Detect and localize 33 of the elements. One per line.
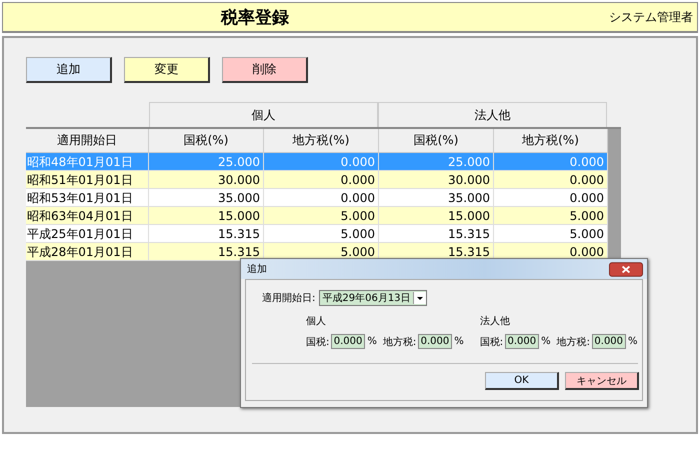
unit-label: % xyxy=(367,336,377,347)
input-field[interactable]: 0.000 xyxy=(505,334,540,349)
field-label: 地方税: xyxy=(556,336,590,348)
unit-label: % xyxy=(541,336,551,347)
date-picker[interactable]: 平成29年06月13日 xyxy=(319,290,427,306)
user-name: システム管理者 xyxy=(609,8,693,26)
table-row[interactable]: 昭和51年01月01日 30.000 0.000 30.000 0.000 xyxy=(26,171,608,189)
input-field[interactable]: 0.000 xyxy=(592,334,626,349)
ok-button[interactable]: OK xyxy=(485,372,559,390)
input-field[interactable]: 0.000 xyxy=(331,334,366,349)
group-header: 法人他 xyxy=(378,102,607,127)
field-label: 国税: xyxy=(480,336,504,348)
date-label: 適用開始日: xyxy=(262,292,316,305)
delete-button[interactable]: 削除 xyxy=(222,57,308,83)
close-icon[interactable] xyxy=(609,262,643,276)
table-row[interactable]: 昭和63年04月01日 15.000 5.000 15.000 5.000 xyxy=(26,207,608,225)
group-header: 個人 xyxy=(149,102,378,127)
input-field[interactable]: 0.000 xyxy=(418,334,452,349)
table-cell: 平成28年01月01日 xyxy=(26,243,149,261)
unit-label: % xyxy=(628,336,638,347)
cancel-button[interactable]: キャンセル xyxy=(565,372,639,390)
table-row[interactable]: 昭和53年01月01日 35.000 0.000 35.000 0.000 xyxy=(26,189,608,207)
edit-button[interactable]: 変更 xyxy=(124,57,210,83)
screen-title: 税率登録 xyxy=(221,6,289,28)
caret-icon[interactable] xyxy=(412,292,426,304)
group-label: 法人他 xyxy=(480,314,511,328)
dialog-title: 追加 xyxy=(247,262,267,276)
field-label: 国税: xyxy=(306,336,330,348)
field-label: 地方税: xyxy=(382,336,416,348)
add-button[interactable]: 追加 xyxy=(26,57,112,83)
group-label: 個人 xyxy=(306,315,327,328)
unit-label: % xyxy=(454,336,464,347)
table-row[interactable]: 平成25年01月01日 15.315 5.000 15.315 5.000 xyxy=(26,225,608,243)
